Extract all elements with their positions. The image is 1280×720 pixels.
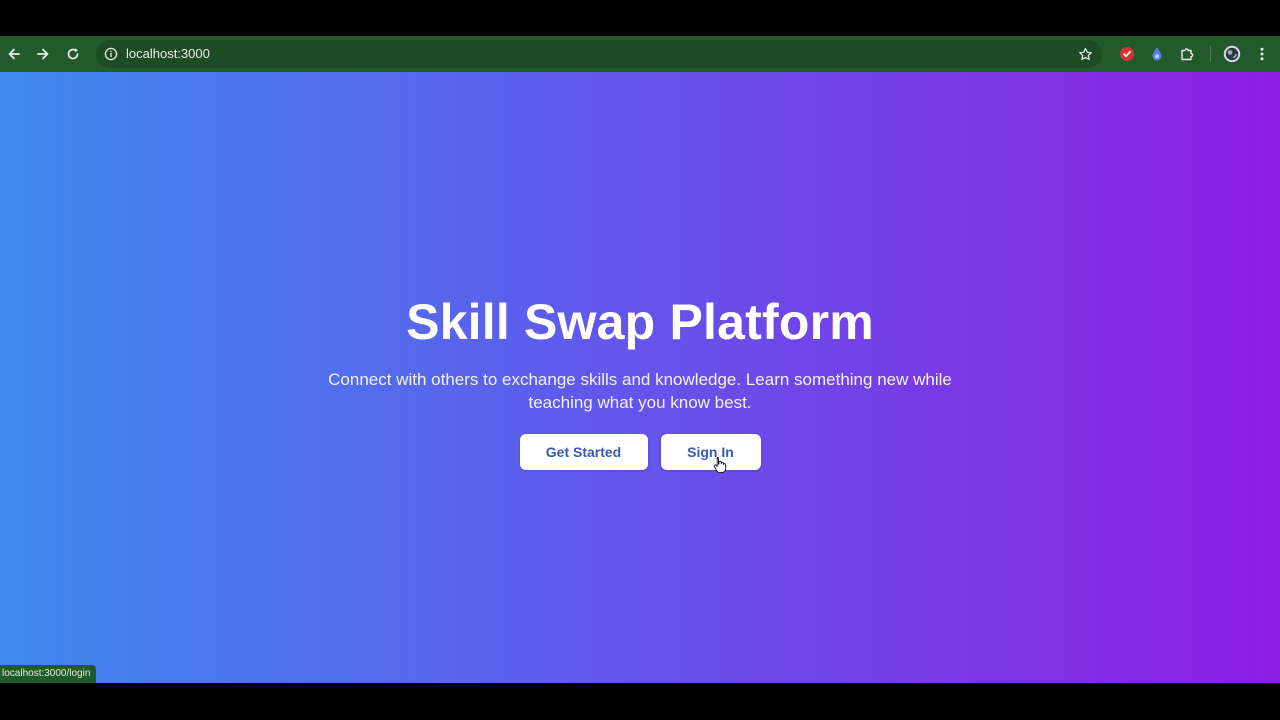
get-started-button[interactable]: Get Started (519, 434, 648, 470)
hero-section: Skill Swap Platform Connect with others … (0, 290, 1280, 470)
address-bar[interactable]: localhost:3000 (96, 40, 1102, 68)
hero-buttons: Get Started Sign In (0, 434, 1280, 470)
info-icon[interactable] (102, 45, 120, 63)
toolbar-divider (1210, 46, 1211, 62)
puzzle-icon[interactable] (1177, 44, 1197, 64)
red-shield-extension-icon[interactable] (1117, 44, 1137, 64)
url-text[interactable]: localhost:3000 (126, 40, 210, 68)
avatar-icon[interactable] (1222, 44, 1242, 64)
page-title: Skill Swap Platform (406, 294, 874, 350)
sign-in-button[interactable]: Sign In (660, 434, 761, 470)
browser-toolbar: localhost:3000 (0, 36, 1280, 72)
star-icon[interactable] (1076, 45, 1094, 63)
screen: localhost:3000 Skill Swap Platform Conne… (0, 0, 1280, 720)
back-arrow-icon[interactable] (2, 42, 26, 66)
kebab-menu-icon[interactable] (1252, 44, 1272, 64)
blue-extension-icon[interactable] (1147, 44, 1167, 64)
reload-icon[interactable] (61, 42, 85, 66)
hero-subtitle: Connect with others to exchange skills a… (328, 370, 952, 412)
status-bar-url: localhost:3000/login (0, 665, 97, 683)
forward-arrow-icon[interactable] (31, 42, 55, 66)
landing-page: Skill Swap Platform Connect with others … (0, 72, 1280, 683)
hand-cursor-icon (713, 457, 727, 474)
